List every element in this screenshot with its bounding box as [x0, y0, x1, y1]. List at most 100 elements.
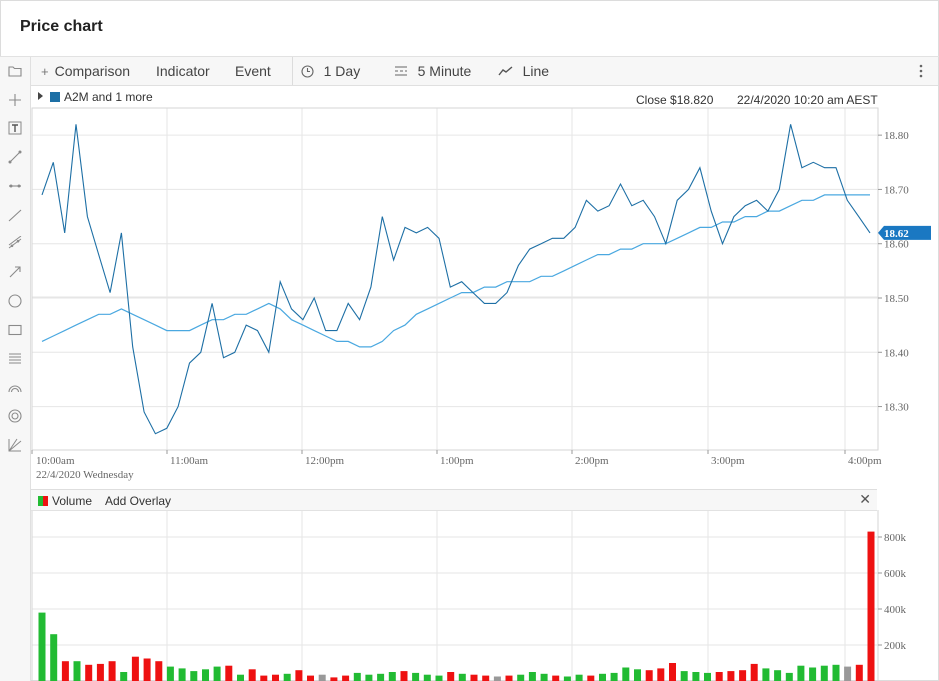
- volume-bar: [237, 674, 244, 681]
- volume-bar: [435, 675, 443, 681]
- price-y-tick-label: 18.80: [884, 130, 909, 142]
- volume-bar: [202, 669, 209, 681]
- volume-y-tick-label: 400k: [884, 604, 907, 616]
- volume-bar: [563, 676, 571, 681]
- price-x-tick-label: 2:00pm: [575, 455, 609, 467]
- volume-bar: [820, 665, 828, 681]
- volume-swatch-down: [43, 496, 48, 506]
- price-x-tick-label: 3:00pm: [711, 455, 745, 467]
- volume-bar: [774, 670, 782, 681]
- volume-bar: [190, 671, 198, 681]
- x-sub-label: 22/4/2020 Wednesday: [36, 469, 134, 481]
- price-chart[interactable]: 18.80 18.70 18.60 18.50 18.40 18.30 10:00am 11…: [0, 0, 939, 681]
- volume-bar: [307, 675, 314, 681]
- volume-bar: [318, 674, 326, 681]
- volume-bar: [692, 672, 700, 681]
- volume-bar: [61, 661, 69, 681]
- volume-bar: [131, 656, 139, 681]
- price-y-tick-label: 18.40: [884, 347, 909, 359]
- price-y-tick-label: 18.30: [884, 402, 909, 414]
- volume-bar: [248, 669, 256, 681]
- close-icon[interactable]: ✕: [859, 491, 871, 508]
- volume-bar: [482, 675, 490, 681]
- volume-bar: [540, 673, 548, 681]
- price-y-tick-label: 18.60: [884, 239, 909, 251]
- volume-bar: [342, 675, 350, 681]
- volume-bar: [669, 663, 676, 681]
- volume-bar: [272, 674, 279, 681]
- volume-bar: [809, 667, 817, 681]
- price-y-axis: 18.80 18.70 18.60 18.50 18.40 18.30: [878, 130, 909, 414]
- volume-bar: [750, 663, 758, 681]
- volume-panel-header: Volume Add Overlay ✕: [31, 489, 877, 511]
- price-grid: [32, 108, 878, 450]
- price-x-tick-label: 10:00am: [36, 455, 75, 467]
- volume-bar: [599, 673, 606, 681]
- volume-bar: [727, 671, 735, 681]
- volume-bar: [867, 531, 875, 681]
- volume-bar: [505, 675, 513, 681]
- volume-y-tick-label: 800k: [884, 532, 907, 544]
- price-y-tick-label: 18.70: [884, 184, 909, 196]
- volume-bar: [528, 672, 536, 681]
- add-overlay-button[interactable]: Add Overlay: [105, 494, 171, 508]
- last-price-tag: 18.62: [878, 225, 931, 240]
- volume-bar: [225, 665, 233, 681]
- volume-bar: [458, 673, 466, 681]
- volume-bar: [295, 670, 303, 681]
- volume-bar: [388, 672, 396, 681]
- price-plot-border: [31, 107, 879, 451]
- volume-bar: [552, 675, 560, 681]
- volume-bar: [423, 674, 431, 681]
- volume-bar: [844, 666, 852, 681]
- volume-bar: [715, 672, 723, 681]
- volume-bar: [73, 661, 81, 681]
- price-x-tick-label: 12:00pm: [305, 455, 345, 467]
- volume-bar: [762, 668, 770, 681]
- price-line: [41, 124, 871, 435]
- volume-bar: [657, 668, 665, 681]
- volume-bar: [260, 675, 268, 681]
- price-y-tick-label: 18.50: [884, 293, 909, 305]
- volume-y-axis: 800k 600k 400k 200k: [878, 532, 907, 652]
- volume-y-tick-label: 200k: [884, 640, 907, 652]
- price-x-tick-label: 4:00pm: [848, 455, 882, 467]
- volume-bar: [785, 672, 793, 681]
- price-lines: [41, 124, 871, 435]
- volume-bar: [178, 668, 186, 681]
- price-x-tick-label: 11:00am: [170, 455, 209, 467]
- volume-bar: [645, 670, 653, 681]
- average-line: [41, 194, 870, 348]
- volume-bar: [447, 672, 455, 681]
- volume-bar: [400, 671, 408, 681]
- volume-bar: [575, 674, 583, 681]
- volume-bar: [377, 673, 385, 681]
- last-price-label: 18.62: [884, 228, 909, 240]
- volume-bar: [96, 663, 104, 681]
- volume-bar: [365, 674, 373, 681]
- volume-bar: [634, 669, 641, 681]
- volume-bar: [622, 667, 630, 681]
- volume-bars: [38, 531, 875, 681]
- volume-bar: [143, 658, 151, 681]
- volume-bar: [353, 672, 361, 681]
- volume-bar: [38, 612, 46, 681]
- volume-bar: [493, 676, 501, 681]
- volume-bar: [213, 666, 221, 681]
- volume-bar: [155, 661, 163, 681]
- price-x-tick-label: 1:00pm: [440, 455, 474, 467]
- volume-bar: [797, 665, 805, 681]
- volume-bar: [166, 666, 174, 681]
- volume-bar: [108, 661, 116, 681]
- volume-bar: [832, 664, 840, 681]
- volume-label: Volume: [52, 494, 93, 508]
- volume-bar: [680, 671, 688, 681]
- volume-bar: [50, 634, 58, 681]
- volume-bar: [330, 677, 338, 681]
- volume-bar: [610, 672, 618, 681]
- volume-bar: [855, 664, 863, 681]
- volume-bar: [283, 673, 291, 681]
- volume-bar: [704, 672, 711, 681]
- price-x-axis: 10:00am 11:00am 12:00pm 1:00pm 2:00pm 3:00pm 4…: [31, 450, 882, 467]
- volume-bar: [412, 672, 420, 681]
